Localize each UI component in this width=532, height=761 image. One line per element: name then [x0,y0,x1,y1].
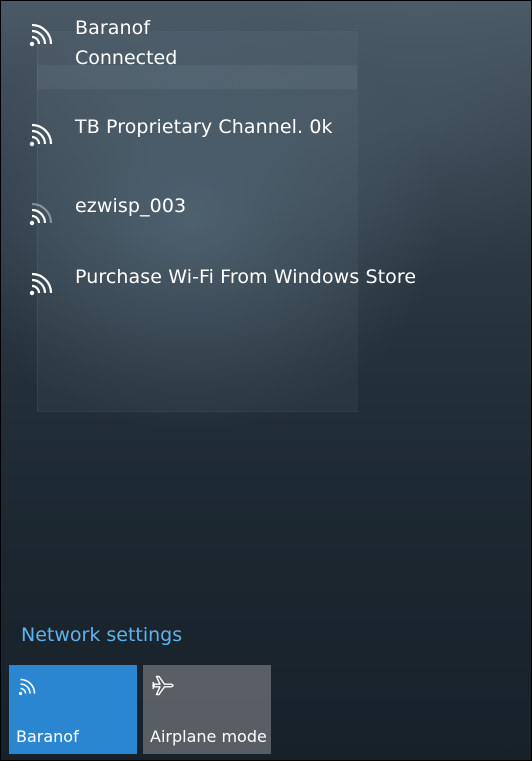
network-name: TB Proprietary Channel. 0k [75,116,333,138]
wifi-icon [29,23,53,47]
wifi-toggle-tile[interactable]: Baranof [9,665,137,754]
network-settings-link[interactable]: Network settings [21,621,182,649]
network-item-baranof[interactable]: Baranof Connected [1,15,531,79]
network-flyout: Baranof Connected TB Proprietary Channel… [0,0,532,761]
wifi-icon [29,202,53,226]
airplane-icon [152,675,174,696]
network-name: Purchase Wi-Fi From Windows Store [75,266,417,288]
network-item-tb-proprietary[interactable]: TB Proprietary Channel. 0k [1,111,531,171]
airplane-tile-label: Airplane mode [150,727,267,746]
network-name: Baranof [75,17,151,39]
wifi-tile-label: Baranof [16,727,79,746]
network-item-ezwisp[interactable]: ezwisp_003 [1,189,531,249]
wifi-icon [29,272,53,296]
airplane-mode-tile[interactable]: Airplane mode [143,665,271,754]
network-status: Connected [75,47,178,69]
wifi-icon [18,678,36,696]
wifi-icon [29,123,53,147]
network-name: ezwisp_003 [75,195,187,217]
network-item-purchase-wifi[interactable]: Purchase Wi-Fi From Windows Store [1,260,531,320]
